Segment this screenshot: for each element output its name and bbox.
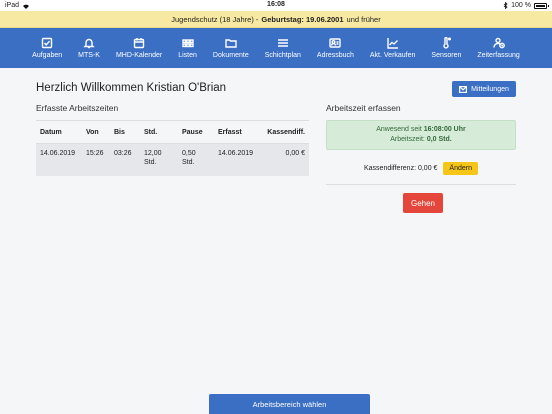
chart-line-icon — [386, 38, 398, 49]
folder-icon — [225, 39, 237, 48]
banner-prefix: Jugendschutz (18 Jahre) - — [171, 14, 259, 24]
banner-suffix: und früher — [346, 14, 381, 24]
presence-line-1: Anwesend seit 16:08:00 Uhr — [327, 125, 515, 135]
col-erfasst: Erfasst — [214, 120, 261, 144]
nav-aufgaben[interactable]: Aufgaben — [24, 28, 70, 68]
col-pause: Pause — [178, 120, 214, 144]
contact-card-icon — [329, 38, 342, 48]
ios-status-bar: iPad 16:08 100 % — [0, 0, 552, 11]
device-name: iPad — [5, 2, 20, 9]
cell-std: 12,00 Std. — [140, 143, 178, 176]
worktime-label: Arbeitszeit: — [390, 136, 425, 143]
nav-label: Dokumente — [212, 52, 249, 59]
presence-since-time: 16:08:00 Uhr — [423, 126, 466, 133]
go-button[interactable]: Gehen — [403, 193, 443, 213]
presence-since-label: Anwesend seit — [376, 126, 422, 133]
cell-pause: 0,50 Std. — [178, 143, 214, 176]
nav-sensoren[interactable]: Sensoren — [423, 28, 469, 68]
nav-akt-verkaufen[interactable]: Akt. Verkaufen — [362, 28, 424, 68]
nav-schichtplan[interactable]: Schichtplan — [257, 28, 309, 68]
checkbox-icon — [41, 37, 53, 49]
nav-label: Aufgaben — [32, 52, 63, 59]
select-workarea-button[interactable]: Arbeitsbereich wählen — [209, 394, 370, 414]
nav-label: MTS-K — [78, 52, 100, 59]
bluetooth-icon — [503, 2, 508, 9]
col-datum: Datum — [36, 120, 82, 144]
col-bis: Bis — [110, 120, 140, 144]
cash-difference-row: Kassendifferenz: 0,00 € Ändern — [326, 160, 516, 176]
change-button[interactable]: Ändern — [443, 161, 478, 175]
status-time: 16:08 — [267, 1, 285, 8]
status-left: iPad — [5, 2, 30, 9]
worktimes-title: Erfasste Arbeitszeiten — [36, 103, 119, 113]
envelope-icon — [459, 85, 468, 93]
youth-protection-banner: Jugendschutz (18 Jahre) - Geburtstag: 19… — [0, 11, 552, 28]
nav-listen[interactable]: Listen — [170, 28, 205, 68]
presence-status-box: Anwesend seit 16:08:00 Uhr Arbeitszeit: … — [326, 120, 516, 150]
nav-label: Schichtplan — [264, 52, 301, 59]
col-von: Von — [82, 120, 110, 144]
nav-mts-k[interactable]: MTS-K — [70, 28, 108, 68]
cell-bis: 03:26 — [110, 143, 140, 176]
status-right: 100 % — [503, 2, 549, 9]
divider — [326, 184, 516, 185]
table-header-row: Datum Von Bis Std. Pause Erfasst Kassend… — [36, 120, 309, 144]
col-std: Std. — [140, 120, 178, 144]
worktimes-table: Datum Von Bis Std. Pause Erfasst Kassend… — [36, 120, 309, 176]
nav-label: Adressbuch — [316, 52, 354, 59]
col-kassendiff: Kassendiff. — [261, 120, 309, 144]
presence-line-2: Arbeitszeit: 0,0 Std. — [327, 135, 515, 145]
nav-label: MHD-Kalender — [115, 52, 163, 59]
cell-datum: 14.06.2019 — [36, 143, 82, 176]
cell-kassendiff: 0,00 € — [261, 143, 309, 176]
lines-icon — [277, 39, 288, 47]
calendar-icon — [133, 38, 145, 49]
messages-button-label: Mitteilungen — [471, 85, 509, 93]
nav-mhd-kalender[interactable]: MHD-Kalender — [108, 28, 170, 68]
wifi-icon — [23, 4, 30, 9]
worktime-value: 0,0 Std. — [426, 136, 452, 143]
banner-birthday: Geburtstag: 19.06.2001 — [261, 14, 344, 24]
thermometer-icon — [443, 37, 452, 49]
main-navbar: Aufgaben MTS-K MHD-Kalender Listen Dokum… — [0, 28, 552, 68]
nav-dokumente[interactable]: Dokumente — [205, 28, 257, 68]
nav-zeiterfassung[interactable]: Zeiterfassung — [469, 28, 527, 68]
cash-difference-text: Kassendifferenz: 0,00 € — [364, 164, 438, 172]
nav-label: Listen — [178, 52, 197, 59]
battery-icon — [534, 2, 549, 9]
table-row[interactable]: 14.06.2019 15:26 03:26 12,00 Std. 0,50 S… — [36, 143, 309, 176]
nav-adressbuch[interactable]: Adressbuch — [309, 28, 362, 68]
battery-percent: 100 % — [511, 2, 531, 9]
bell-icon — [83, 38, 95, 49]
user-clock-icon — [492, 37, 505, 49]
page-title: Herzlich Willkommen Kristian O'Brian — [36, 82, 227, 94]
list-grid-icon — [181, 39, 194, 48]
cell-von: 15:26 — [82, 143, 110, 176]
record-worktime-title: Arbeitszeit erfassen — [326, 103, 401, 113]
nav-label: Sensoren — [431, 52, 462, 59]
nav-label: Zeiterfassung — [477, 52, 520, 59]
nav-label: Akt. Verkaufen — [369, 52, 416, 59]
cell-erfasst: 14.06.2019 — [214, 143, 261, 176]
messages-button[interactable]: Mitteilungen — [452, 81, 516, 97]
